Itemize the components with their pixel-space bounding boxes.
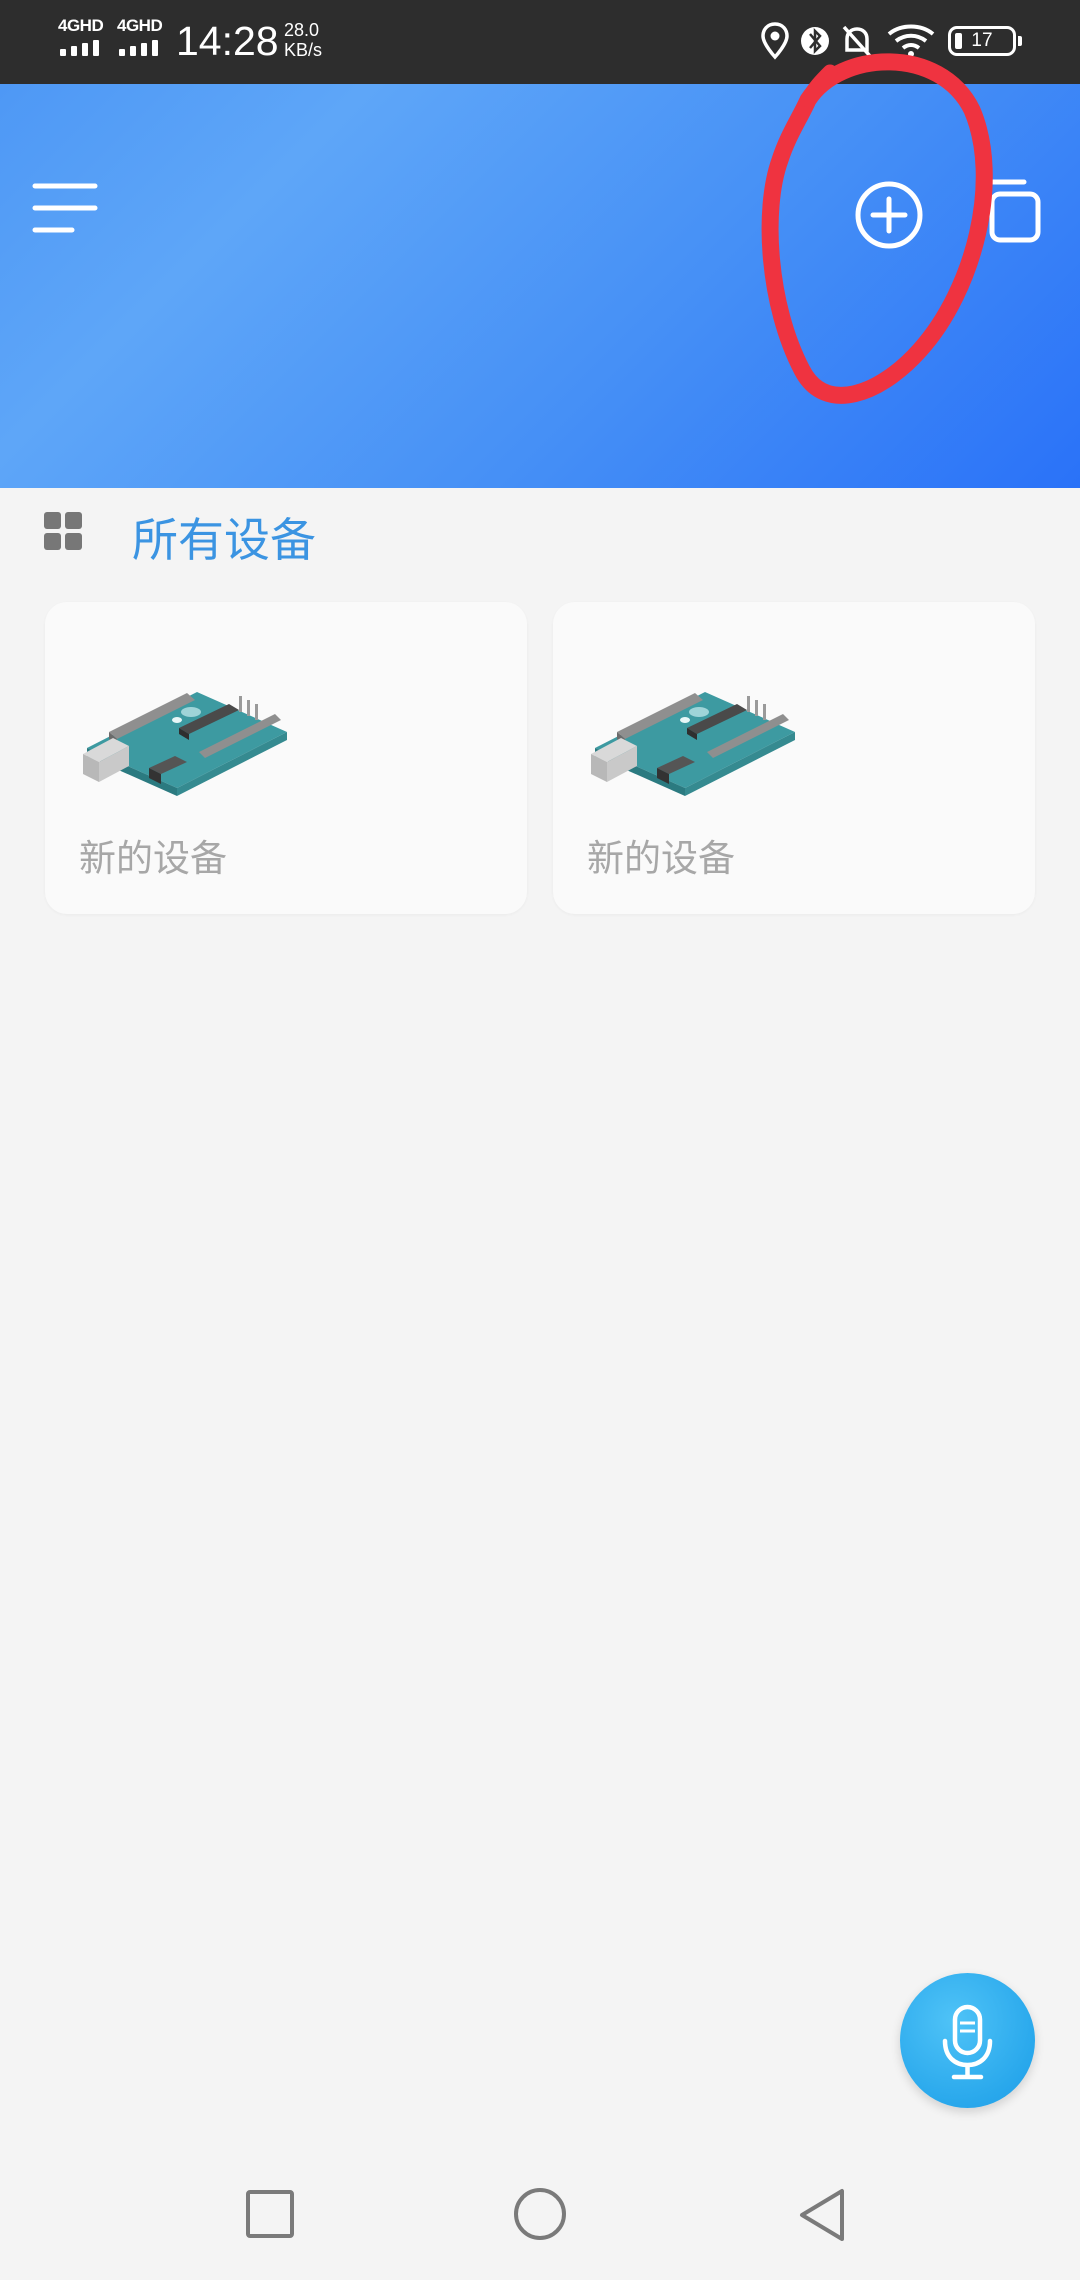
- signal-bars-icon: [60, 40, 106, 56]
- copy-icon[interactable]: [974, 176, 1044, 246]
- recents-square-icon[interactable]: [244, 2188, 296, 2240]
- wifi-icon: [887, 24, 935, 57]
- device-name: 新的设备: [587, 837, 735, 880]
- signal-label-1: 4GHD: [58, 16, 104, 35]
- net-speed-value: 28.0: [284, 20, 320, 40]
- signal-label-2: 4GHD: [117, 16, 163, 35]
- location-icon: [761, 22, 789, 60]
- section-title: 所有设备: [132, 513, 316, 567]
- alarm-off-icon: [842, 25, 872, 58]
- voice-input-button[interactable]: [900, 1973, 1035, 2108]
- device-card[interactable]: 新的设备: [45, 602, 527, 914]
- arduino-board-image: [83, 692, 287, 796]
- signal-indicator-2: 4GHD: [117, 16, 169, 60]
- app-screen: 4GHD 4GHD 14:28 28.0 KB/s 17 所有设备 新的设备 新…: [0, 0, 1080, 2280]
- signal-indicator-1: 4GHD: [58, 16, 110, 60]
- bluetooth-icon: [801, 27, 829, 55]
- home-circle-icon[interactable]: [512, 2186, 568, 2242]
- arduino-board-image: [591, 692, 795, 796]
- signal-bars-icon: [119, 40, 165, 56]
- status-bar: 4GHD 4GHD 14:28 28.0 KB/s 17: [0, 0, 1080, 84]
- device-name: 新的设备: [79, 837, 227, 880]
- battery-level: 17: [971, 30, 993, 51]
- clock: 14:28: [176, 18, 279, 64]
- menu-icon[interactable]: [32, 180, 98, 238]
- grid-icon: [44, 512, 84, 552]
- app-header: [0, 84, 1080, 488]
- back-triangle-icon[interactable]: [794, 2186, 850, 2244]
- all-devices-section: 所有设备: [0, 488, 1080, 598]
- battery-icon: 17: [948, 26, 1022, 56]
- device-card[interactable]: 新的设备: [553, 602, 1035, 914]
- microphone-icon: [942, 2004, 993, 2080]
- navigation-bar: [0, 2150, 1080, 2280]
- add-circle-icon[interactable]: [852, 178, 926, 252]
- net-speed-unit: KB/s: [284, 40, 323, 60]
- net-speed: 28.0 KB/s: [284, 20, 322, 60]
